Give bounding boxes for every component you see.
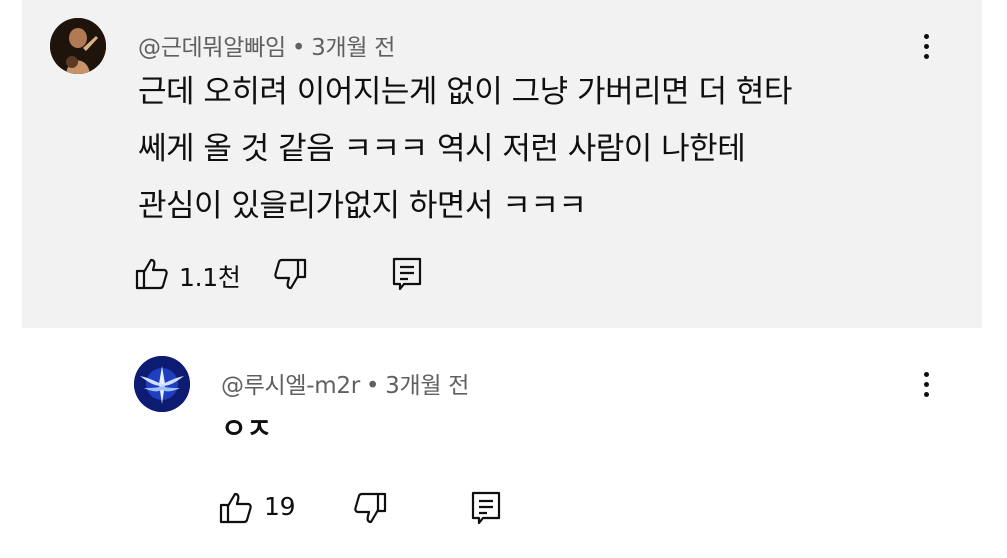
more-vert-icon[interactable] — [920, 34, 932, 64]
comment-line: 쎄게 올 것 같음 ㅋㅋㅋ 역시 저런 사람이 나한테 — [138, 131, 746, 167]
reply-icon — [392, 257, 422, 291]
comment-line: 근데 오히려 이어지는게 없이 그냥 가버리면 더 현타 — [138, 74, 792, 110]
thumbs-down-icon — [274, 258, 307, 290]
avatar-image — [50, 18, 106, 74]
comment-line: 관심이 있을리가없지 하면서 ㅋㅋㅋ — [138, 188, 587, 224]
dislike-button[interactable] — [352, 490, 388, 530]
thumbs-up-icon — [219, 492, 252, 524]
avatar[interactable] — [50, 18, 106, 74]
reply-button[interactable] — [390, 256, 426, 296]
avatar[interactable] — [134, 356, 190, 412]
more-vert-icon[interactable] — [920, 372, 932, 402]
like-count: 19 — [264, 492, 296, 521]
comment-line: ㅇㅈ — [221, 412, 272, 445]
author-handle[interactable]: @근데뭐알빠임 — [138, 35, 286, 61]
like-count: 1.1천 — [179, 263, 241, 292]
meta-separator: • — [291, 35, 306, 61]
avatar-image — [134, 356, 190, 412]
dislike-button[interactable] — [272, 256, 308, 296]
comment-time[interactable]: 3개월 전 — [385, 373, 469, 399]
comment-text: 근데 오히려 이어지는게 없이 그냥 가버리면 더 현타 쎄게 올 것 같음 ㅋ… — [138, 64, 792, 235]
thumbs-up-icon — [135, 258, 168, 290]
comment-time[interactable]: 3개월 전 — [311, 35, 395, 61]
comment-meta: @루시엘-m2r • 3개월 전 — [221, 366, 469, 400]
thumbs-down-icon — [354, 492, 387, 524]
reply-icon — [471, 491, 501, 525]
comment-meta: @근데뭐알빠임 • 3개월 전 — [138, 28, 395, 62]
author-handle[interactable]: @루시엘-m2r — [221, 373, 360, 399]
meta-separator: • — [365, 373, 380, 399]
reply-button[interactable] — [469, 490, 505, 530]
like-button[interactable] — [134, 256, 170, 296]
like-button[interactable] — [218, 490, 254, 530]
comment-text: ㅇㅈ — [221, 400, 272, 457]
